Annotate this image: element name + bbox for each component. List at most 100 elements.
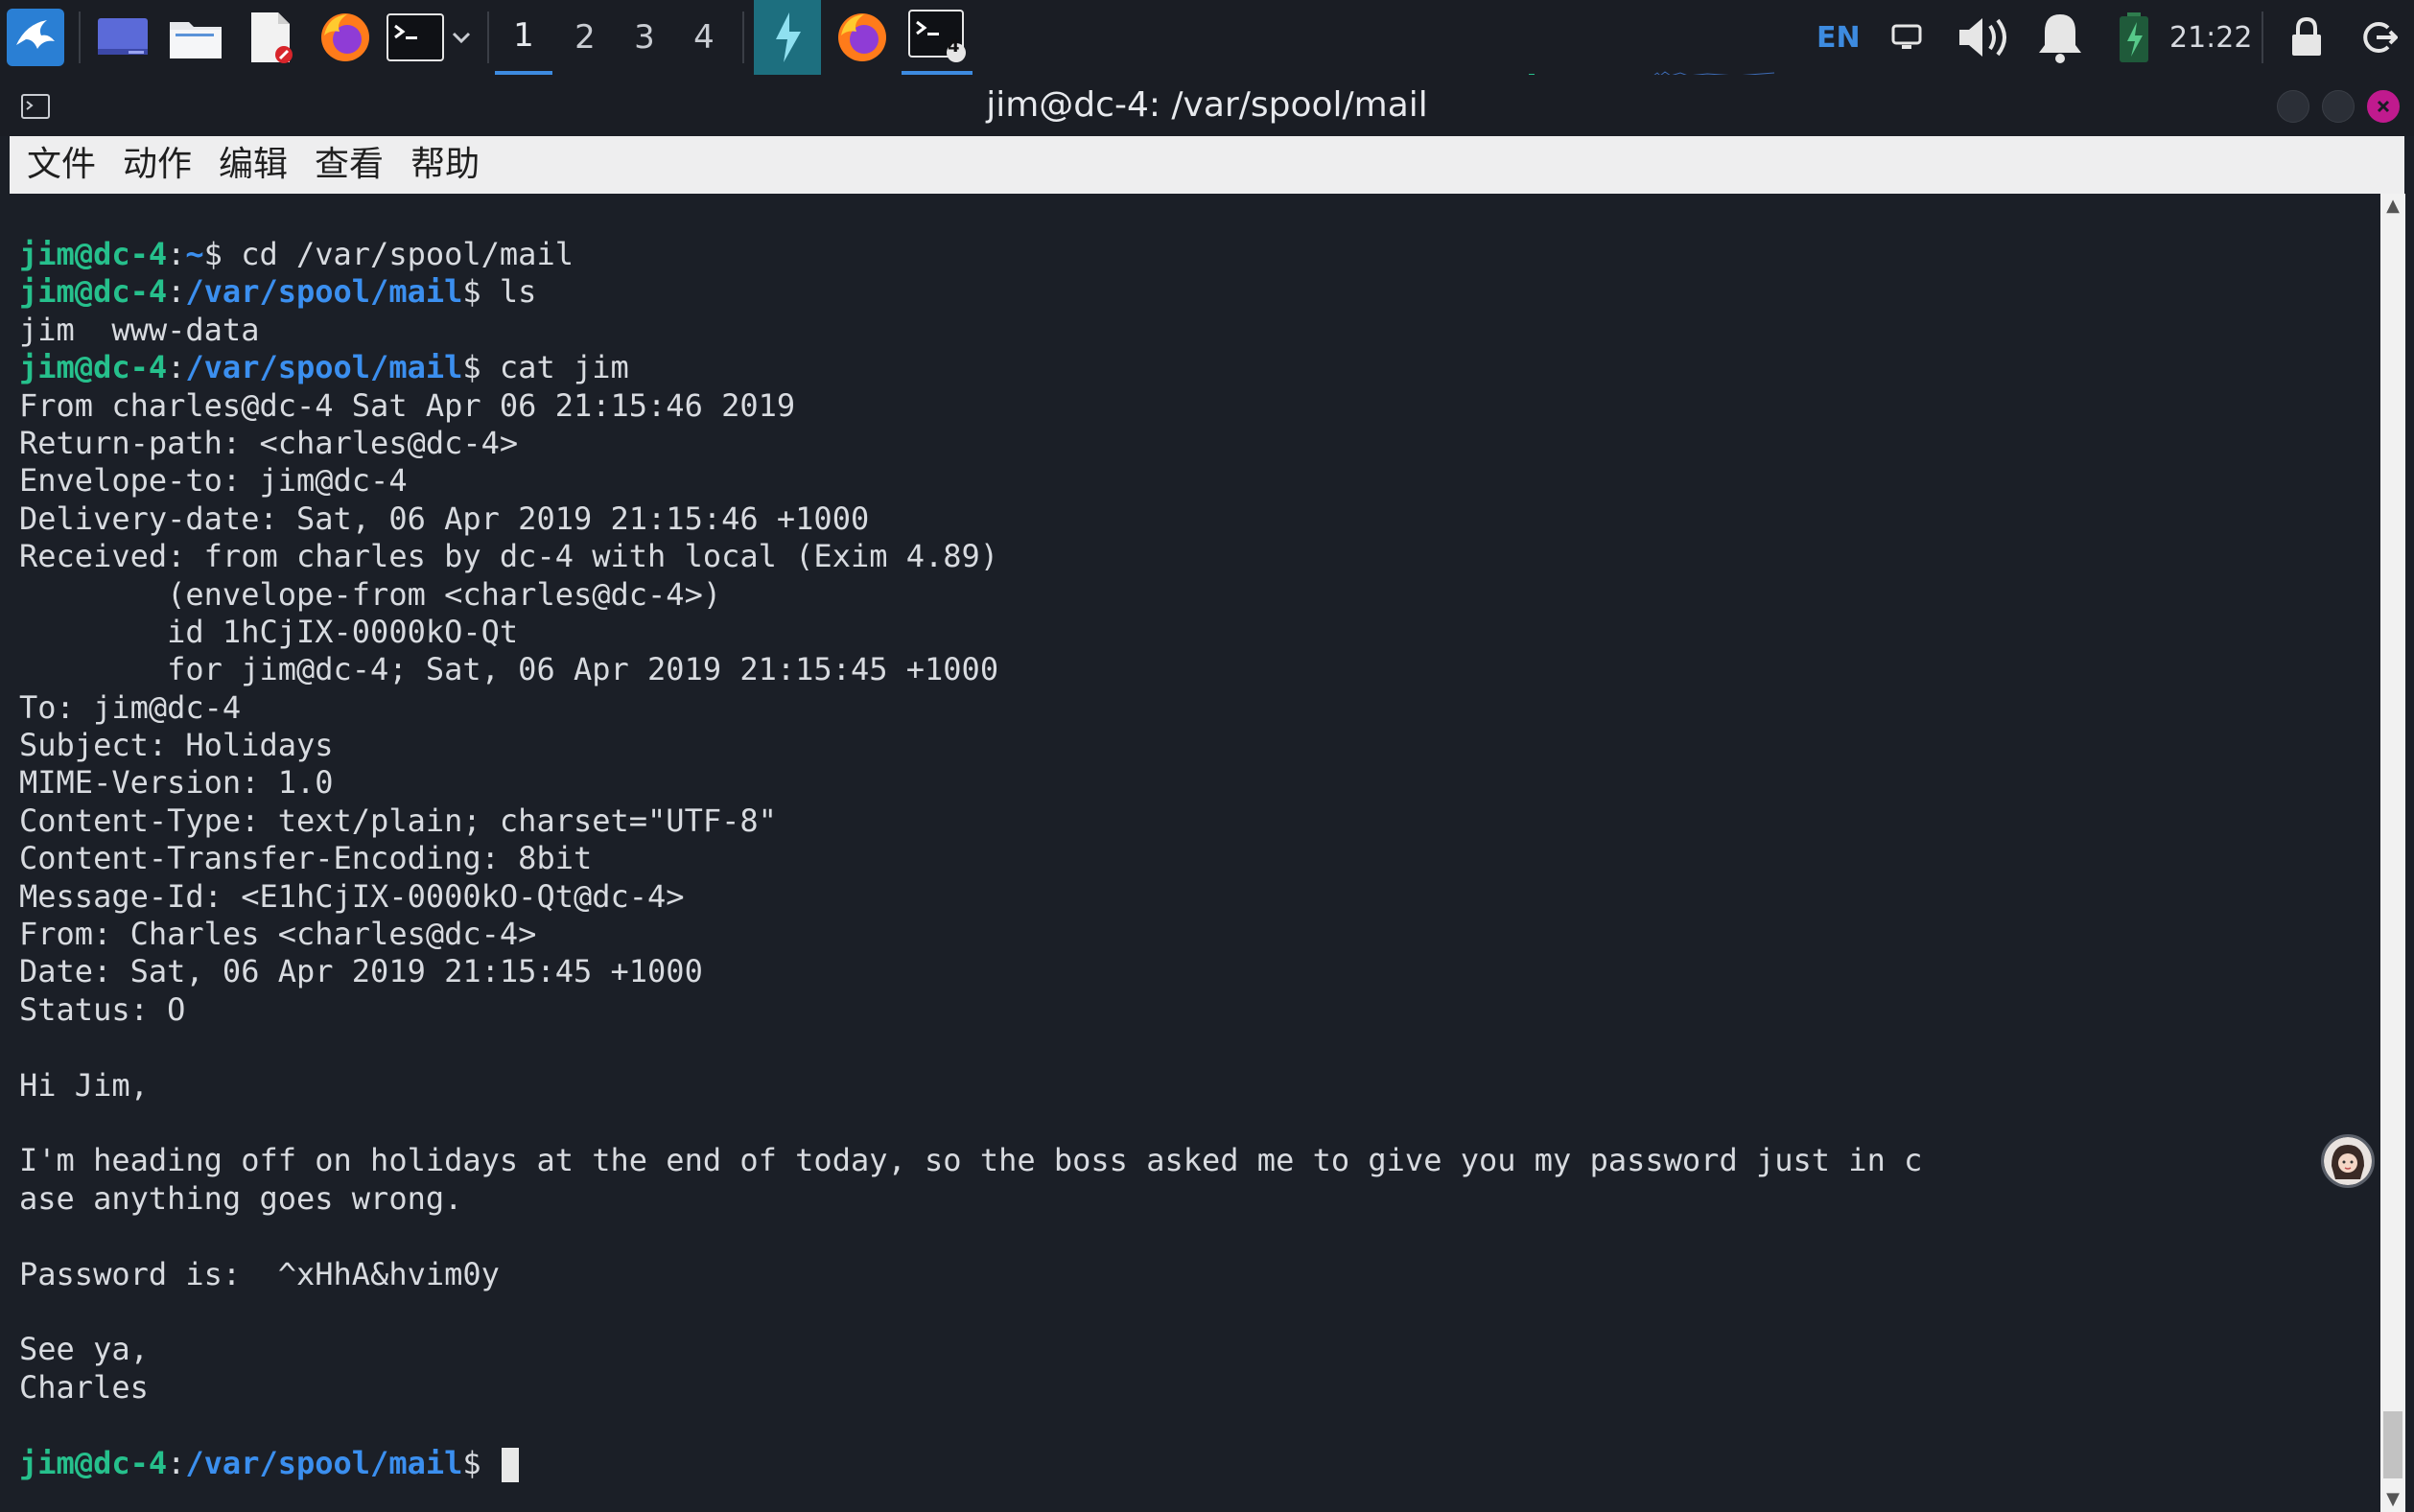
menu-help[interactable]: 帮助: [397, 136, 493, 194]
logout-icon[interactable]: [2352, 0, 2405, 75]
workspace-4[interactable]: 4: [675, 0, 733, 75]
terminal-output-line: (envelope-from <charles@dc-4>): [19, 575, 722, 613]
panel-separator: [2262, 12, 2263, 63]
prompt-user-host: jim@dc-4: [19, 1444, 168, 1481]
menu-action[interactable]: 动作: [109, 136, 205, 194]
terminal-output-line: ase anything goes wrong.: [19, 1179, 463, 1217]
terminal-output-line: MIME-Version: 1.0: [19, 764, 334, 802]
close-icon: [2377, 100, 2390, 113]
scroll-up-arrow-icon[interactable]: ▲: [2380, 194, 2405, 219]
scrollbar-thumb[interactable]: [2383, 1411, 2402, 1478]
prompt-command: ls: [499, 273, 537, 311]
prompt-user-host: jim@dc-4: [19, 236, 168, 272]
notification-bell-icon[interactable]: [2029, 0, 2091, 75]
close-button[interactable]: [2367, 90, 2400, 123]
prompt-command: cd /var/spool/mail: [241, 236, 574, 272]
terminal-output-line: Password is: ^xHhA&hvim0y: [19, 1255, 500, 1292]
menu-file[interactable]: 文件: [10, 136, 109, 194]
terminal-cursor: [501, 1447, 519, 1482]
terminal-lines: jim@dc-4:~$ cd /var/spool/mail jim@dc-4:/…: [19, 236, 1922, 1482]
terminal-output-line: From charles@dc-4 Sat Apr 06 21:15:46 20…: [19, 386, 796, 424]
menu-edit[interactable]: 编辑: [205, 136, 301, 194]
terminal-prompt-line: jim@dc-4:/var/spool/mail$ cat jim: [19, 349, 1922, 386]
kali-menu-icon[interactable]: [0, 0, 71, 75]
desktop-icon[interactable]: [92, 0, 153, 75]
workspace-3[interactable]: 3: [616, 0, 673, 75]
bolt-icon[interactable]: [754, 0, 821, 75]
terminal-output-line: To: jim@dc-4: [19, 688, 242, 726]
terminal-window-icon[interactable]: 4: [902, 0, 973, 75]
panel-separator: [487, 12, 489, 63]
battery-icon[interactable]: [2110, 0, 2158, 75]
text-editor-icon[interactable]: [240, 0, 301, 75]
terminal-output-line: Hi Jim,: [19, 1066, 149, 1104]
menubar: 文件 动作 编辑 查看 帮助: [10, 136, 2404, 194]
terminal-output-line: Subject: Holidays: [19, 727, 334, 764]
terminal-output-line: See ya,: [19, 1331, 149, 1368]
terminal-output-line: Return-path: <charles@dc-4>: [19, 424, 519, 461]
prompt-colon: :: [167, 349, 186, 386]
terminal-prompt-line: jim@dc-4:~$ cd /var/spool/mail: [19, 236, 1922, 273]
file-manager-icon[interactable]: [165, 0, 226, 75]
language-indicator[interactable]: EN: [1816, 0, 1861, 75]
terminal-output-line: Received: from charles by dc-4 with loca…: [19, 538, 999, 575]
terminal-window-count-badge: 4: [948, 36, 960, 57]
prompt-dollar: $: [462, 273, 500, 311]
terminal-output-line: I'm heading off on holidays at the end o…: [19, 1142, 1923, 1179]
lock-icon[interactable]: [2283, 0, 2331, 75]
prompt-colon: :: [167, 236, 186, 272]
prompt-dollar: $: [462, 1444, 500, 1481]
terminal-output-line: Content-Transfer-Encoding: 8bit: [19, 840, 593, 877]
prompt-path: /var/spool/mail: [185, 273, 463, 311]
terminal-output-line: Delivery-date: Sat, 06 Apr 2019 21:15:46…: [19, 500, 870, 537]
terminal-output-line: From: Charles <charles@dc-4>: [19, 916, 537, 953]
panel-separator: [79, 12, 81, 63]
panel-separator: [742, 12, 744, 63]
top-panel: 1 2 3 4 4 EN 21:22: [0, 0, 2414, 78]
network-graph: [1529, 63, 1797, 78]
prompt-dollar: $: [203, 236, 242, 272]
workspace-2[interactable]: 2: [556, 0, 614, 75]
workspace-1[interactable]: 1: [495, 0, 552, 75]
scroll-down-arrow-icon[interactable]: ▼: [2380, 1487, 2405, 1512]
terminal-output-line: for jim@dc-4; Sat, 06 Apr 2019 21:15:45 …: [19, 651, 999, 688]
window-titlebar[interactable]: jim@dc-4: /var/spool/mail: [0, 75, 2414, 136]
chevron-down-icon[interactable]: [447, 0, 476, 75]
terminal-output-line: Status: O: [19, 990, 186, 1028]
terminal-output-line: id 1hCjIX-0000kO-Qt: [19, 613, 519, 650]
volume-icon[interactable]: [1953, 0, 2014, 75]
prompt-colon: :: [167, 273, 186, 311]
terminal-output-line: Date: Sat, 06 Apr 2019 21:15:45 +1000: [19, 953, 703, 990]
terminal-output-line: Message-Id: <E1hCjIX-0000kO-Qt@dc-4>: [19, 877, 685, 915]
terminal-output[interactable]: jim@dc-4:~$ cd /var/spool/mail jim@dc-4:/…: [10, 194, 2380, 1512]
vertical-scrollbar[interactable]: ▲ ▼: [2380, 194, 2405, 1512]
terminal-output-line: Envelope-to: jim@dc-4: [19, 462, 408, 500]
terminal-prompt-line: jim@dc-4:/var/spool/mail$: [19, 1445, 1922, 1482]
prompt-colon: :: [167, 1444, 186, 1481]
minimize-button[interactable]: [2277, 90, 2309, 123]
clock[interactable]: 21:22: [2169, 0, 2252, 75]
prompt-user-host: jim@dc-4: [19, 273, 168, 311]
prompt-user-host: jim@dc-4: [19, 349, 168, 386]
terminal-icon[interactable]: [384, 0, 447, 75]
terminal-output-line: jim www-data: [19, 311, 260, 348]
terminal-output-line: Content-Type: text/plain; charset="UTF-8…: [19, 802, 777, 839]
terminal-prompt-line: jim@dc-4:/var/spool/mail$ ls: [19, 273, 1922, 311]
terminal-output-line: Charles: [19, 1368, 149, 1406]
menu-view[interactable]: 查看: [301, 136, 397, 194]
floating-avatar[interactable]: [2321, 1134, 2375, 1188]
display-icon[interactable]: [1887, 0, 1926, 75]
prompt-path: ~: [185, 236, 204, 272]
firefox-icon[interactable]: [315, 0, 376, 75]
prompt-path: /var/spool/mail: [185, 1444, 463, 1481]
window-title: jim@dc-4: /var/spool/mail: [986, 85, 1428, 125]
firefox-window-icon[interactable]: [829, 0, 896, 75]
prompt-path: /var/spool/mail: [185, 349, 463, 386]
prompt-dollar: $: [462, 349, 500, 386]
maximize-button[interactable]: [2322, 90, 2355, 123]
